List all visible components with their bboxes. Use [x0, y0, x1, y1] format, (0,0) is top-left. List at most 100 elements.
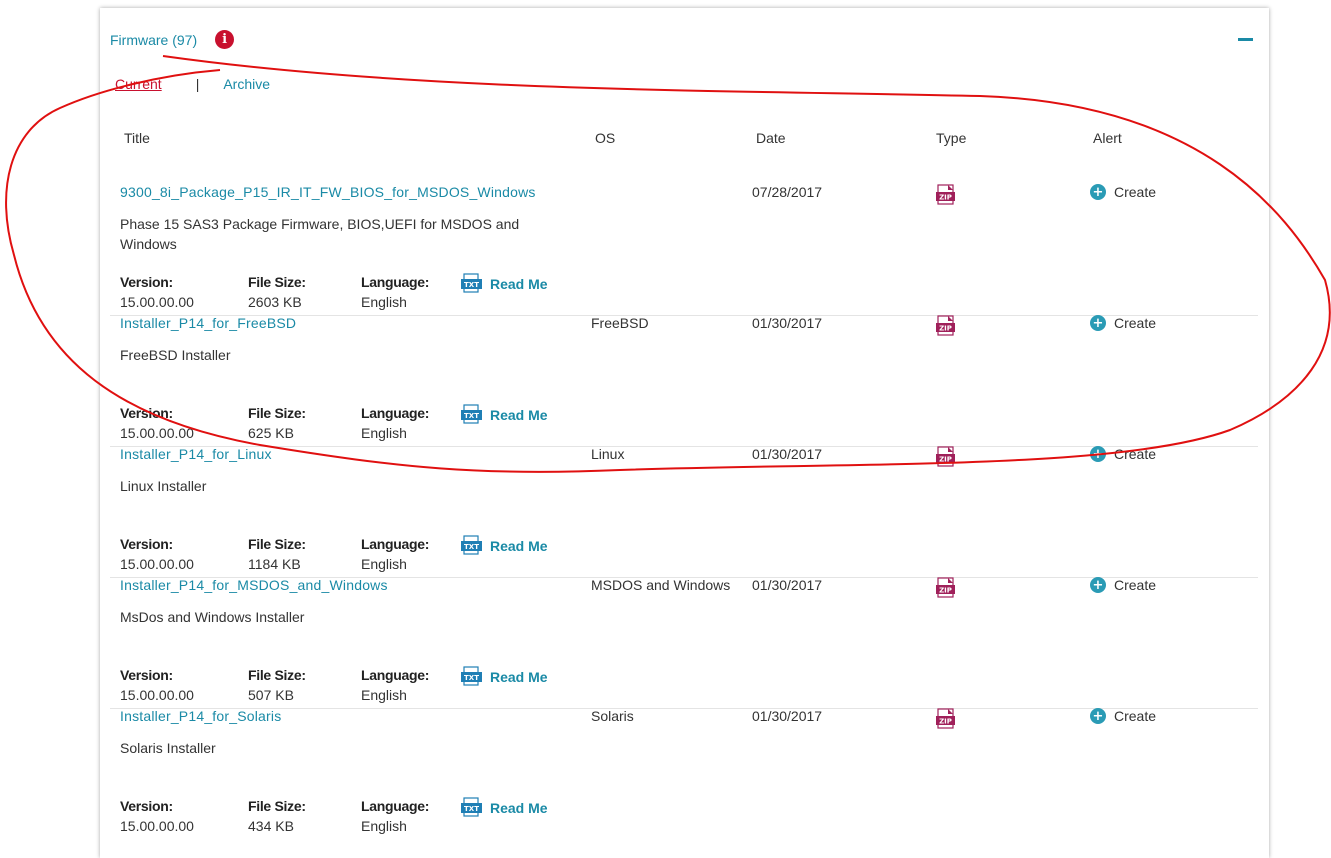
tab-separator: |: [195, 76, 200, 92]
firmware-description: FreeBSD Installer: [120, 347, 231, 363]
file-size-label: File Size:: [248, 798, 306, 814]
info-icon[interactable]: i: [215, 30, 235, 49]
plus-circle-icon[interactable]: +: [1090, 577, 1106, 593]
create-label[interactable]: Create: [1114, 184, 1156, 200]
table-row: Installer_P14_for_Linux Linux Installer …: [110, 446, 1258, 578]
language-label: Language:: [361, 274, 430, 290]
version-value: 15.00.00.00: [120, 294, 194, 310]
svg-text:TXT: TXT: [464, 674, 479, 682]
read-me-label[interactable]: Read Me: [490, 800, 548, 816]
subtabs: Current | Archive: [115, 76, 270, 92]
version-label: Version:: [120, 405, 173, 421]
plus-circle-icon[interactable]: +: [1090, 708, 1106, 724]
read-me-label[interactable]: Read Me: [490, 276, 548, 292]
zip-file-icon[interactable]: ZIP: [935, 708, 957, 730]
svg-text:ZIP: ZIP: [939, 325, 952, 333]
file-size-block: File Size: 507 KB: [248, 667, 306, 703]
svg-text:ZIP: ZIP: [939, 194, 952, 202]
plus-circle-icon[interactable]: +: [1090, 315, 1106, 331]
create-label[interactable]: Create: [1114, 446, 1156, 462]
create-label[interactable]: Create: [1114, 315, 1156, 331]
column-header-alert: Alert: [1093, 130, 1122, 146]
txt-file-icon[interactable]: TXT: [461, 273, 482, 294]
tab-archive[interactable]: Archive: [223, 76, 270, 92]
language-label: Language:: [361, 536, 430, 552]
file-size-value: 2603 KB: [248, 294, 302, 310]
svg-text:TXT: TXT: [464, 543, 479, 551]
version-block: Version: 15.00.00.00: [120, 798, 194, 834]
version-label: Version:: [120, 798, 173, 814]
plus-circle-icon[interactable]: +: [1090, 184, 1106, 200]
language-block: Language: English: [361, 798, 429, 834]
type-cell: ZIP: [935, 315, 957, 337]
type-cell: ZIP: [935, 446, 957, 468]
file-size-label: File Size:: [248, 536, 306, 552]
version-block: Version: 15.00.00.00: [120, 274, 194, 310]
table-row: Installer_P14_for_MSDOS_and_Windows MsDo…: [110, 577, 1258, 709]
create-alert-button[interactable]: + Create: [1090, 577, 1156, 593]
txt-file-icon[interactable]: TXT: [461, 535, 482, 556]
create-label[interactable]: Create: [1114, 577, 1156, 593]
firmware-title-link[interactable]: 9300_8i_Package_P15_IR_IT_FW_BIOS_for_MS…: [120, 184, 536, 200]
version-label: Version:: [120, 274, 173, 290]
version-block: Version: 15.00.00.00: [120, 536, 194, 572]
language-value: English: [361, 687, 407, 703]
txt-file-icon[interactable]: TXT: [461, 404, 482, 425]
os-value: MSDOS and Windows: [591, 577, 731, 593]
read-me-link[interactable]: TXT Read Me: [461, 273, 548, 294]
column-header-os: OS: [595, 130, 616, 146]
date-value: 01/30/2017: [752, 315, 823, 331]
language-label: Language:: [361, 667, 430, 683]
read-me-label[interactable]: Read Me: [490, 669, 548, 685]
language-block: Language: English: [361, 667, 429, 703]
plus-circle-icon[interactable]: +: [1090, 446, 1106, 462]
zip-file-icon[interactable]: ZIP: [935, 184, 957, 206]
firmware-panel: Firmware (97) i Current | Archive Title …: [100, 8, 1269, 858]
section-title[interactable]: Firmware (97): [110, 32, 197, 48]
file-size-block: File Size: 434 KB: [248, 798, 306, 834]
language-block: Language: English: [361, 405, 429, 441]
read-me-label[interactable]: Read Me: [490, 407, 548, 423]
file-size-value: 1184 KB: [248, 556, 301, 572]
svg-text:ZIP: ZIP: [939, 718, 952, 726]
read-me-link[interactable]: TXT Read Me: [461, 666, 548, 687]
zip-file-icon[interactable]: ZIP: [935, 315, 957, 337]
create-alert-button[interactable]: + Create: [1090, 184, 1156, 200]
column-header-title: Title: [124, 130, 150, 146]
zip-file-icon[interactable]: ZIP: [935, 446, 957, 468]
txt-file-icon[interactable]: TXT: [461, 797, 482, 818]
firmware-description: Phase 15 SAS3 Package Firmware, BIOS,UEF…: [120, 216, 520, 252]
type-cell: ZIP: [935, 708, 957, 730]
svg-text:TXT: TXT: [464, 281, 479, 289]
date-value: 01/30/2017: [752, 446, 823, 462]
minus-icon[interactable]: [1238, 38, 1253, 41]
create-alert-button[interactable]: + Create: [1090, 446, 1156, 462]
file-size-label: File Size:: [248, 667, 306, 683]
language-label: Language:: [361, 798, 430, 814]
language-label: Language:: [361, 405, 430, 421]
read-me-link[interactable]: TXT Read Me: [461, 535, 548, 556]
svg-text:ZIP: ZIP: [939, 456, 952, 464]
firmware-title-link[interactable]: Installer_P14_for_FreeBSD: [120, 315, 296, 331]
read-me-link[interactable]: TXT Read Me: [461, 797, 548, 818]
file-size-value: 507 KB: [248, 687, 294, 703]
firmware-title-link[interactable]: Installer_P14_for_Linux: [120, 446, 272, 462]
read-me-label[interactable]: Read Me: [490, 538, 548, 554]
file-size-label: File Size:: [248, 405, 306, 421]
date-value: 07/28/2017: [752, 184, 823, 200]
version-value: 15.00.00.00: [120, 556, 194, 572]
read-me-link[interactable]: TXT Read Me: [461, 404, 548, 425]
table-row: Installer_P14_for_Solaris Solaris Instal…: [110, 708, 1258, 839]
tab-current[interactable]: Current: [115, 76, 162, 92]
svg-text:TXT: TXT: [464, 805, 479, 813]
file-size-block: File Size: 2603 KB: [248, 274, 306, 310]
create-label[interactable]: Create: [1114, 708, 1156, 724]
language-block: Language: English: [361, 274, 429, 310]
create-alert-button[interactable]: + Create: [1090, 708, 1156, 724]
file-size-value: 625 KB: [248, 425, 294, 441]
firmware-title-link[interactable]: Installer_P14_for_Solaris: [120, 708, 281, 724]
txt-file-icon[interactable]: TXT: [461, 666, 482, 687]
firmware-title-link[interactable]: Installer_P14_for_MSDOS_and_Windows: [120, 577, 388, 593]
create-alert-button[interactable]: + Create: [1090, 315, 1156, 331]
zip-file-icon[interactable]: ZIP: [935, 577, 957, 599]
